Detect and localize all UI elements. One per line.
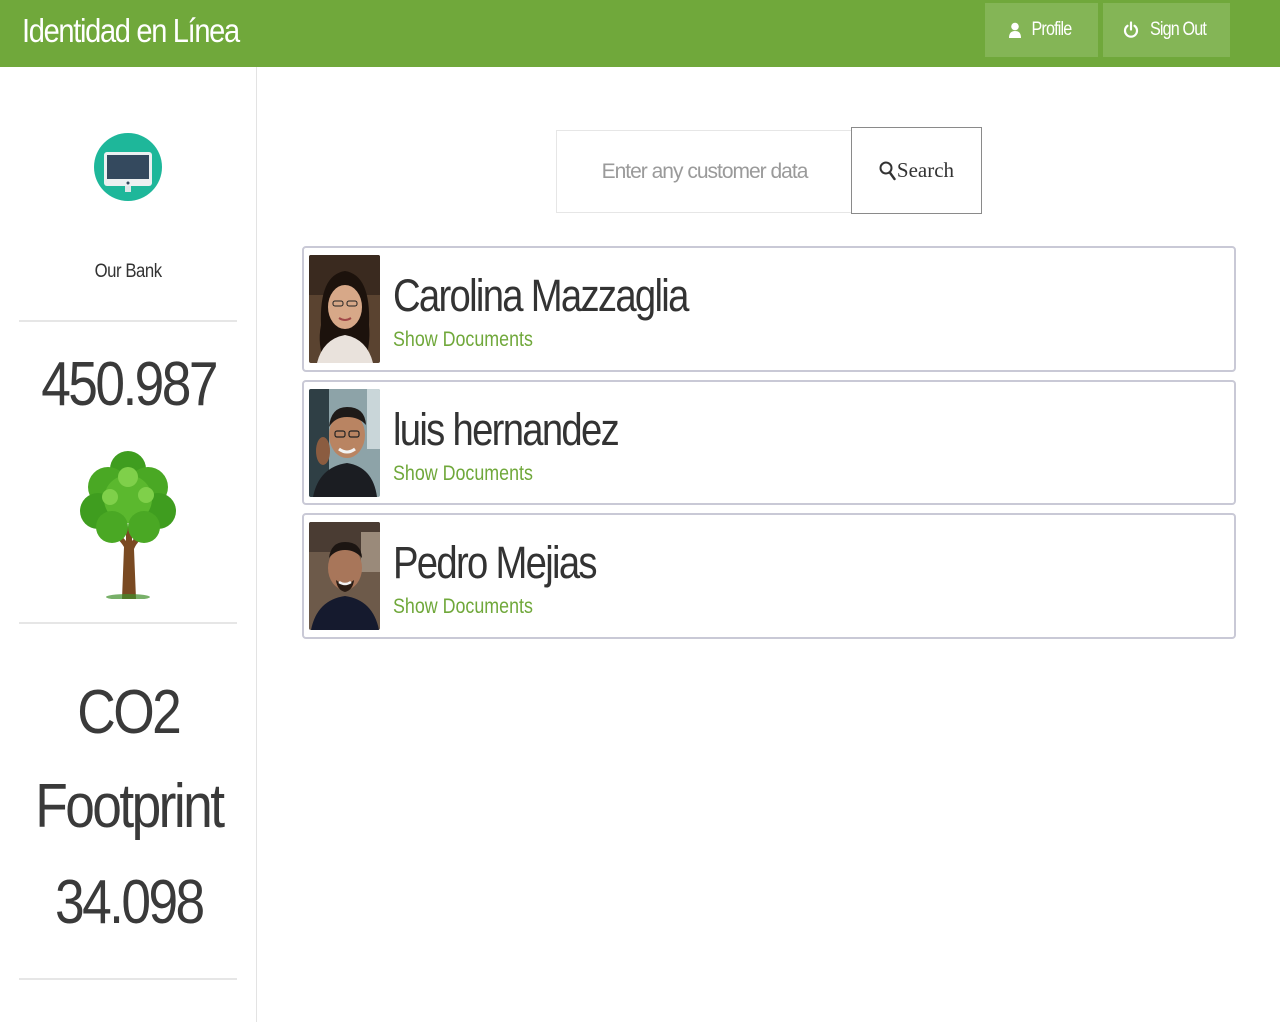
- co2-footprint-title: CO2 Footprint: [34, 678, 225, 841]
- sign-out-button[interactable]: Sign Out: [1103, 3, 1230, 57]
- customer-avatar: [309, 522, 380, 630]
- app-title[interactable]: Identidad en Línea: [22, 12, 240, 50]
- bank-label: Our Bank: [94, 261, 163, 282]
- customer-card: luis hernandez Show Documents: [302, 380, 1236, 505]
- show-documents-link[interactable]: Show Documents: [393, 595, 558, 619]
- magnifier-icon: [879, 161, 896, 180]
- customer-avatar: [309, 255, 380, 363]
- divider: [19, 320, 237, 322]
- customer-name: Carolina Mazzaglia: [393, 270, 689, 321]
- profile-label: Profile: [1031, 19, 1073, 40]
- show-documents-link[interactable]: Show Documents: [393, 462, 558, 486]
- customer-card: Pedro Mejias Show Documents: [302, 513, 1236, 639]
- sidebar: Our Bank 450.987 CO2 Footprint 34.098: [0, 67, 257, 1022]
- user-icon: [1009, 22, 1022, 38]
- customer-avatar: [309, 389, 380, 497]
- search-button[interactable]: Search: [851, 127, 982, 214]
- search-bar: Search: [556, 127, 982, 214]
- power-icon: [1123, 21, 1138, 38]
- search-button-label: Search: [896, 158, 955, 182]
- stat-value: 450.987: [41, 350, 218, 419]
- top-navbar: Identidad en Línea Profile Sign Out: [0, 0, 1280, 67]
- customer-name: luis hernandez: [393, 404, 620, 455]
- search-input[interactable]: [556, 130, 852, 213]
- divider: [19, 978, 237, 980]
- sign-out-label: Sign Out: [1149, 19, 1206, 40]
- customer-name: Pedro Mejias: [393, 537, 598, 588]
- tree-icon: [80, 451, 176, 599]
- profile-button[interactable]: Profile: [985, 3, 1098, 57]
- co2-value: 34.098: [54, 868, 205, 937]
- customer-card: Carolina Mazzaglia Show Documents: [302, 246, 1236, 372]
- desktop-computer-icon: [94, 133, 162, 201]
- show-documents-link[interactable]: Show Documents: [393, 328, 558, 352]
- divider: [19, 622, 237, 624]
